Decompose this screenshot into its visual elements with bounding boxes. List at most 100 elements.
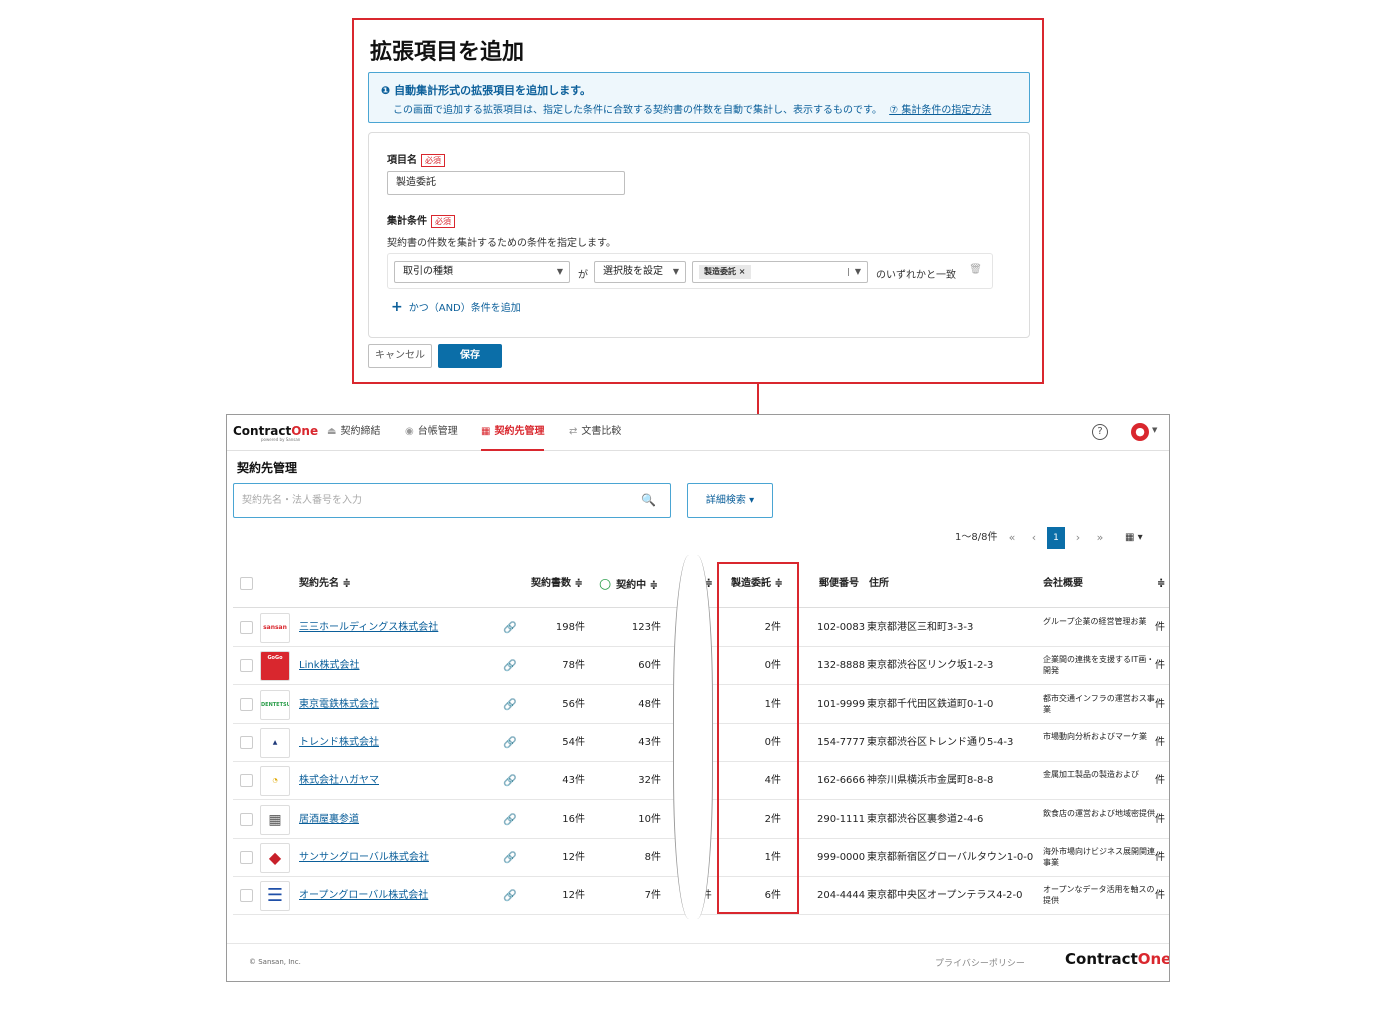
link-chain-icon[interactable]: 🔗 (503, 724, 517, 762)
user-avatar-icon[interactable]: ● (1131, 423, 1149, 441)
contracts-count: 43件 (562, 775, 585, 787)
overview-count: 件 (1155, 775, 1165, 787)
col-name[interactable]: 契約先名 ≑ (299, 560, 351, 608)
company-name-link[interactable]: トレンド株式会社 (299, 724, 379, 762)
logo-subtext: powered by Sansan (261, 437, 301, 442)
info-notice: ❶ 自動集計形式の拡張項目を追加します。 この画面で追加する拡張項目は、指定した… (368, 72, 1030, 123)
active-count: 43件 (638, 736, 661, 748)
company-overview: グループ企業の経営管理お業 (1043, 617, 1147, 626)
col-overview: 会社概要 (1043, 578, 1083, 589)
postal-code: 162-6666 (817, 775, 866, 787)
search-input[interactable]: 契約先名・法人番号を入力 🔍 (233, 483, 671, 518)
address: 東京都渋谷区トレンド通り5-4-3 (867, 736, 1014, 748)
link-chain-icon[interactable]: 🔗 (503, 686, 517, 724)
search-icon[interactable]: 🔍 (641, 484, 656, 517)
col-active[interactable]: ○ 契約中 ≑ (599, 560, 658, 610)
truncation-wave (673, 555, 713, 919)
pager-range: 1〜8/8件 (955, 532, 998, 543)
condition-values-select[interactable]: 製造委託 × | ▼ (692, 261, 868, 283)
advanced-search-button[interactable]: 詳細検索 ▾ (687, 483, 773, 518)
chevron-down-icon[interactable]: ▼ (1152, 426, 1157, 434)
company-logo-icon: ▲ (260, 727, 290, 758)
first-page-icon[interactable]: « (1003, 527, 1021, 549)
help-circle-icon: ⑦ (889, 105, 902, 116)
prev-page-icon[interactable]: ‹ (1025, 527, 1043, 549)
privacy-policy-link[interactable]: プライバシーポリシー (935, 956, 1025, 969)
contracts-count: 56件 (562, 698, 585, 710)
company-name-link[interactable]: 居酒屋裏参道 (299, 801, 359, 839)
link-chain-icon[interactable]: 🔗 (503, 839, 517, 877)
aggregation-help-link-text: 集計条件の指定方法 (901, 105, 992, 116)
nav-contract-signing[interactable]: ⏏ 契約締結 (327, 415, 380, 451)
trash-icon[interactable]: 🗑 (969, 264, 982, 275)
link-chain-icon[interactable]: 🔗 (503, 647, 517, 685)
column-settings-icon[interactable]: ▦ ▾ (1125, 527, 1143, 549)
row-checkbox[interactable] (240, 621, 253, 634)
row-checkbox[interactable] (240, 735, 253, 749)
link-chain-icon[interactable]: 🔗 (503, 801, 517, 839)
nav-counterparty[interactable]: ▦ 契約先管理 (481, 415, 545, 451)
company-name-link[interactable]: 東京電鉄株式会社 (299, 686, 379, 724)
col-address: 住所 (869, 578, 889, 589)
company-name-link[interactable]: Link株式会社 (299, 647, 359, 685)
company-logo-icon: sansan (260, 613, 290, 643)
condition-label-text: 集計条件 (387, 216, 427, 227)
selected-tag-manufacturing[interactable]: 製造委託 × (699, 265, 751, 279)
nav-label: 文書比較 (581, 426, 622, 437)
link-chain-icon[interactable]: 🔗 (503, 877, 517, 915)
company-logo-icon: ☰ (260, 881, 290, 912)
postal-code: 102-0083 (817, 622, 866, 633)
aggregation-help-link[interactable]: ⑦ 集計条件の指定方法 (889, 105, 991, 116)
contracts-count: 198件 (555, 622, 585, 633)
logo-text: Contract (233, 424, 292, 438)
app-window: ContractOne powered by Sansan ⏏ 契約締結 ◉ 台帳管… (226, 414, 1170, 982)
row-checkbox[interactable] (240, 697, 253, 711)
active-count: 48件 (638, 698, 661, 710)
footer-logo: ContractOne (1065, 950, 1169, 968)
link-chain-icon[interactable]: 🔗 (503, 609, 517, 647)
row-checkbox[interactable] (240, 774, 253, 788)
app-header: ContractOne powered by Sansan ⏏ 契約締結 ◉ 台帳管… (227, 415, 1169, 451)
copyright: © Sansan, Inc. (249, 958, 301, 966)
next-page-icon[interactable]: › (1069, 527, 1087, 549)
address: 東京都新宿区グローバルタウン1-0-0 (867, 851, 1034, 863)
condition-operator-select[interactable]: 選択肢を設定 ▼ (594, 261, 686, 283)
overview-count: 件 (1155, 698, 1165, 710)
nav-label: 台帳管理 (417, 426, 458, 437)
company-name-link[interactable]: オープングローバル株式会社 (299, 877, 428, 915)
link-chain-icon[interactable]: 🔗 (503, 762, 517, 800)
item-name-input[interactable]: 製造委託 (387, 171, 625, 195)
nav-ledger[interactable]: ◉ 台帳管理 (405, 415, 458, 451)
row-checkbox[interactable] (240, 889, 253, 903)
company-name-link[interactable]: 三三ホールディングス株式会社 (299, 609, 438, 647)
select-all-checkbox[interactable] (240, 577, 253, 590)
chevron-down-icon: ▼ (672, 267, 679, 276)
company-logo-icon: ◔ (260, 766, 290, 797)
row-checkbox[interactable] (240, 850, 253, 864)
footer-logo-text: Contract (1065, 950, 1138, 968)
company-name-link[interactable]: 株式会社ハガヤマ (299, 762, 379, 800)
app-logo[interactable]: ContractOne (233, 424, 318, 438)
row-checkbox[interactable] (240, 659, 253, 673)
postal-code: 204-4444 (817, 890, 866, 902)
cancel-button[interactable]: キャンセル (368, 344, 432, 368)
form-card: 項目名 必須 製造委託 集計条件 必須 契約書の件数を集計するための条件を指定します… (368, 132, 1030, 338)
nav-document-compare[interactable]: ⇄ 文書比較 (569, 415, 621, 451)
last-page-icon[interactable]: » (1091, 527, 1109, 549)
col-contracts[interactable]: 契約書数 ≑ (531, 560, 583, 608)
contracts-count: 12件 (562, 890, 585, 902)
row-checkbox[interactable] (240, 812, 253, 826)
active-count: 7件 (644, 890, 661, 902)
condition-field-select[interactable]: 取引の種類 ▼ (394, 261, 570, 283)
col-active-label: 契約中 ≑ (616, 580, 658, 591)
notice-title: ❶ 自動集計形式の拡張項目を追加します。 (381, 82, 591, 98)
save-button[interactable]: 保存 (438, 344, 502, 368)
company-overview: 飲食店の運営および地域密提供 (1043, 808, 1155, 818)
active-count: 8件 (644, 851, 661, 863)
page-button-current[interactable]: 1 (1047, 527, 1065, 549)
company-name-link[interactable]: サンサングローバル株式会社 (299, 839, 429, 877)
add-and-condition-button[interactable]: + かつ（AND）条件を追加 (391, 299, 521, 315)
company-logo-icon: ▦ (260, 804, 290, 835)
sort-icon[interactable]: ≑ (1157, 560, 1165, 608)
help-icon[interactable]: ? (1092, 424, 1108, 440)
